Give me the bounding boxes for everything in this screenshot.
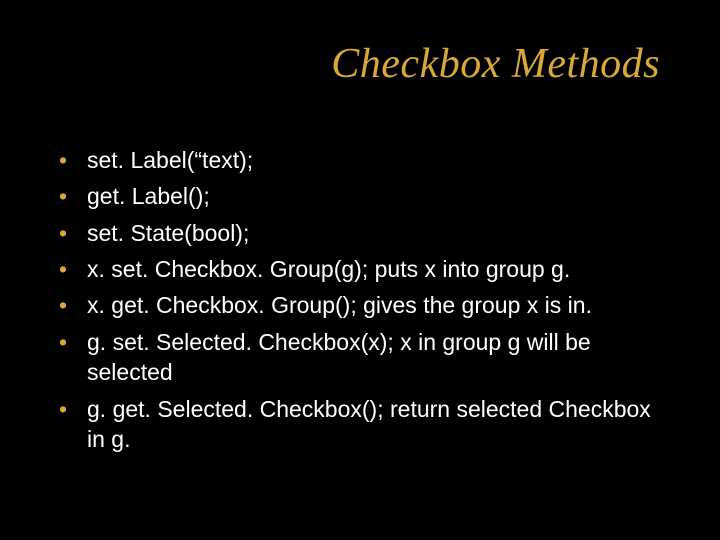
list-item: g. set. Selected. Checkbox(x); x in grou…: [55, 327, 665, 388]
list-item: x. get. Checkbox. Group(); gives the gro…: [55, 290, 665, 320]
slide-body: set. Label(“text); get. Label(); set. St…: [55, 145, 665, 460]
list-item: set. State(bool);: [55, 218, 665, 248]
list-item: get. Label();: [55, 181, 665, 211]
bullet-list: set. Label(“text); get. Label(); set. St…: [55, 145, 665, 454]
list-item: set. Label(“text);: [55, 145, 665, 175]
list-item: x. set. Checkbox. Group(g); puts x into …: [55, 254, 665, 284]
slide-title: Checkbox Methods: [331, 40, 660, 88]
slide: Checkbox Methods set. Label(“text); get.…: [0, 0, 720, 540]
list-item: g. get. Selected. Checkbox(); return sel…: [55, 394, 665, 455]
